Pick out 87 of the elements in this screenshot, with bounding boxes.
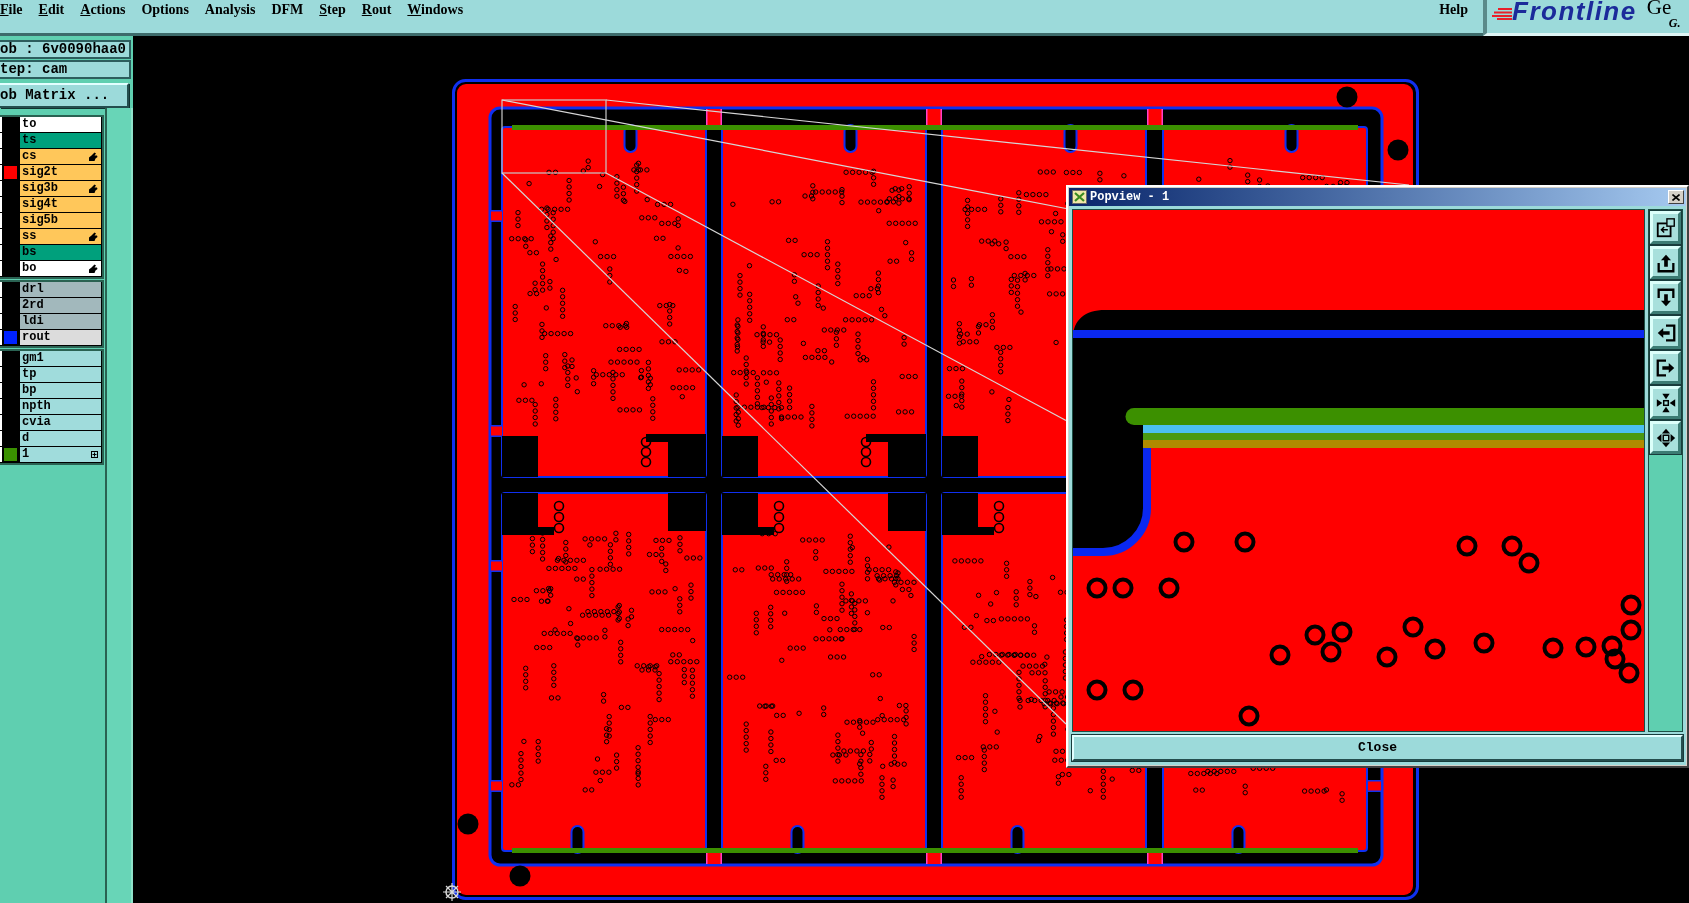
pad-ring	[1604, 648, 1626, 670]
layer-item[interactable]: ts	[20, 133, 101, 148]
pad-ring	[1402, 616, 1424, 638]
pad-ring	[1238, 705, 1260, 727]
pad-ring	[1518, 552, 1540, 574]
breakaway-tab	[1368, 780, 1381, 792]
layer-item[interactable]: sig2t	[20, 165, 101, 180]
tooling-hole	[457, 813, 479, 835]
layer-item[interactable]: drl	[20, 282, 101, 297]
pad-ring	[1424, 638, 1446, 660]
pad-ring	[1618, 662, 1640, 684]
product-name: Ge	[1646, 0, 1673, 17]
product-subtitle: G.	[1668, 17, 1681, 29]
menu-item[interactable]: Actions	[80, 2, 126, 18]
layer-item[interactable]: d	[20, 431, 101, 446]
pad-ring	[1473, 632, 1495, 654]
layer-item[interactable]: bs	[20, 245, 101, 260]
pad-ring	[1112, 577, 1134, 599]
pad-ring	[1269, 644, 1291, 666]
tooling-hole	[1387, 139, 1409, 161]
pad-ring	[1086, 577, 1108, 599]
pad-ring	[1601, 635, 1623, 657]
pan-down-button[interactable]	[1650, 281, 1681, 314]
layer-item[interactable]: rout	[20, 330, 101, 345]
brand-logo: Frontline	[1512, 0, 1637, 24]
layer-item[interactable]: sig4t	[20, 197, 101, 212]
close-icon	[1672, 193, 1680, 201]
breakaway-tab	[491, 780, 502, 792]
window-arrow-icon	[1654, 216, 1677, 239]
layer-item[interactable]: 1	[20, 447, 101, 462]
layer-item[interactable]: cvia	[20, 415, 101, 430]
layer-item[interactable]: tp	[20, 367, 101, 382]
layer-item[interactable]: gm1	[20, 351, 101, 366]
window-title: Popview - 1	[1090, 190, 1170, 204]
menu-item[interactable]: File	[0, 2, 23, 18]
menu-item[interactable]: Analysis	[204, 2, 256, 18]
inward-arrows-icon	[1654, 391, 1677, 414]
pad-ring	[1456, 535, 1478, 557]
breakaway-tab	[491, 425, 502, 437]
job-matrix-button[interactable]: ob Matrix ...	[0, 83, 129, 108]
pad-ring	[1501, 535, 1523, 557]
layer-item[interactable]: to	[20, 117, 101, 132]
job-label: ob : 6v0090haa0	[0, 40, 131, 59]
pan-left-button[interactable]	[1650, 316, 1681, 349]
origin-marker-icon	[442, 882, 462, 902]
close-window-button[interactable]	[1668, 190, 1684, 204]
layer-item[interactable]: 2rd	[20, 298, 101, 313]
pad-ring	[1158, 577, 1180, 599]
pad-ring	[1320, 641, 1342, 663]
outward-arrows-icon	[1654, 426, 1677, 449]
pad-ring	[1122, 679, 1144, 701]
layer-item[interactable]: sig3b	[20, 181, 101, 196]
menu-item[interactable]: Windows	[407, 2, 464, 18]
layer-item[interactable]: cs	[20, 149, 101, 164]
menu-item[interactable]: DFM	[271, 2, 304, 18]
pad-ring	[1234, 531, 1256, 553]
layer-item[interactable]: bp	[20, 383, 101, 398]
pad-ring	[1086, 679, 1108, 701]
pan-right-button[interactable]	[1650, 351, 1681, 384]
speed-lines-icon	[1492, 8, 1512, 20]
pad-ring	[1542, 637, 1564, 659]
menu-item[interactable]: Step	[319, 2, 346, 18]
layer-item[interactable]: ss	[20, 229, 101, 244]
pad-ring	[1575, 636, 1597, 658]
menu-item[interactable]: Edit	[38, 2, 65, 18]
fit-window-button[interactable]	[1650, 211, 1681, 244]
zoom-in-button[interactable]	[1650, 386, 1681, 419]
pad-ring	[1331, 621, 1353, 643]
layer-item[interactable]: sig5b	[20, 213, 101, 228]
pad-ring	[1620, 619, 1642, 641]
pan-up-button[interactable]	[1650, 246, 1681, 279]
pad-ring	[1173, 531, 1195, 553]
help-menu[interactable]: Help	[1439, 2, 1468, 18]
layer-item[interactable]: npth	[20, 399, 101, 414]
pad-ring	[1620, 594, 1642, 616]
step-label: tep: cam	[0, 60, 131, 79]
menu-item[interactable]: Options	[141, 2, 189, 18]
breakaway-tab	[491, 560, 502, 572]
layer-item[interactable]: bo	[20, 261, 101, 276]
app-icon	[1072, 190, 1087, 204]
pad-ring	[1304, 624, 1326, 646]
layer-item[interactable]: ldi	[20, 314, 101, 329]
menu-item[interactable]: Rout	[361, 2, 392, 18]
breakaway-tab	[491, 210, 502, 222]
zoom-out-button[interactable]	[1650, 421, 1681, 454]
close-button[interactable]: Close	[1072, 735, 1683, 761]
pad-ring	[1376, 646, 1398, 668]
